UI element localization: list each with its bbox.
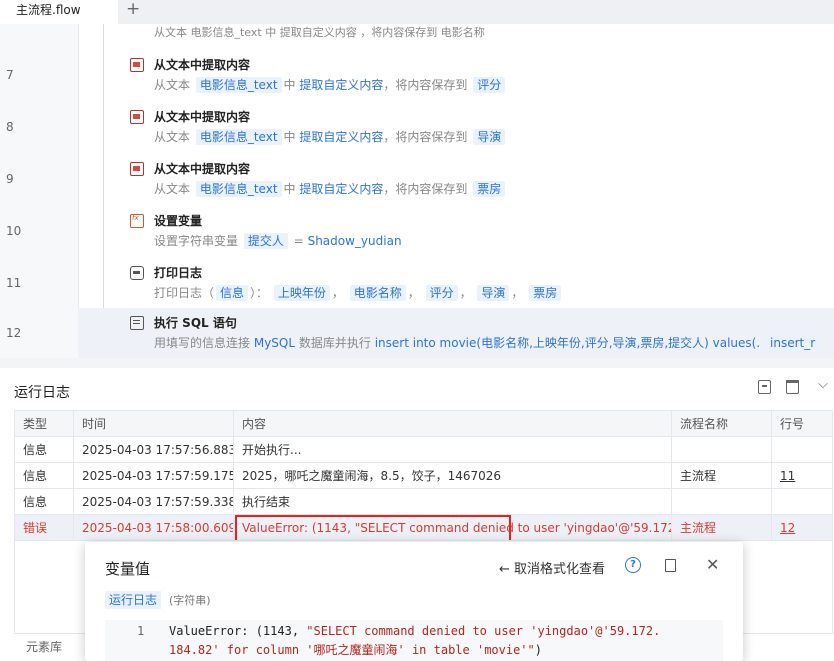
step-title: 设置变量 xyxy=(154,214,203,228)
database-type: MySQL xyxy=(253,336,296,350)
option-link[interactable]: 提取自定义内容 xyxy=(299,78,383,92)
step-description: 设置字符串变量 提交人 = Shadow_yudian xyxy=(154,233,402,249)
flow-editor: 从文本 电影信息_text 中 提取自定义内容 ，将内容保存到 电影名称 7 从… xyxy=(0,24,834,358)
flow-step[interactable]: 7 从文本中提取内容 从文本 电影信息_text 中 提取自定义内容，将内容保存到… xyxy=(6,50,834,102)
help-icon[interactable]: ? xyxy=(625,557,641,573)
table-header-row: 类型 时间 内容 流程名称 行号 xyxy=(14,410,833,437)
close-icon[interactable]: ✕ xyxy=(706,555,719,574)
line-number: 11 xyxy=(6,276,22,290)
set-variable-icon xyxy=(130,214,144,228)
extract-text-icon xyxy=(130,162,144,176)
flow-step[interactable]: 9 从文本中提取内容 从文本 电影信息_text 中 提取自定义内容，将内容保存到… xyxy=(6,154,834,206)
code-text: ValueError: (1143, "SELECT command denie… xyxy=(169,624,661,657)
extract-text-icon xyxy=(130,58,144,72)
line-number: 10 xyxy=(6,224,22,238)
step-title: 从文本中提取内容 xyxy=(154,162,251,176)
column-header: 流程名称 xyxy=(671,410,772,437)
tab-bar: 主流程.flow + xyxy=(0,0,834,24)
variable-chip[interactable]: 导演 xyxy=(477,285,510,301)
column-header: 行号 xyxy=(771,410,833,437)
error-content-cell[interactable]: ValueError: (1143, "SELECT command denie… xyxy=(233,514,672,541)
variable-chip[interactable]: 电影信息_text xyxy=(195,129,282,145)
variable-chip[interactable]: 票房 xyxy=(473,181,506,197)
step-description: 用填写的信息连接 MySQL 数据库并执行 insert into movie(… xyxy=(154,334,821,351)
line-number: 8 xyxy=(6,120,14,134)
line-number: 7 xyxy=(6,68,14,82)
sql-statement: insert into movie(电影名称,上映年份,评分,导演,票房,提交人… xyxy=(374,336,761,350)
variable-chip: 运行日志 xyxy=(105,591,162,609)
tab-main-flow[interactable]: 主流程.flow xyxy=(0,0,118,24)
add-tab-icon[interactable]: + xyxy=(126,0,140,18)
element-library-tab[interactable]: 元素库 xyxy=(26,638,62,655)
variable-value: Shadow_yudian xyxy=(307,234,402,248)
line-number-link[interactable]: 12 xyxy=(780,521,795,535)
table-row-error[interactable]: 错误 2025-04-03 17:58:00.609 ValueError: (… xyxy=(14,514,833,541)
cancel-format-button[interactable]: ← 取消格式化查看 xyxy=(499,558,605,577)
column-header: 类型 xyxy=(14,410,74,437)
flow-step[interactable]: 10 设置变量 设置字符串变量 提交人 = Shadow_yudian xyxy=(6,206,834,258)
highlight-box xyxy=(235,515,511,540)
chevron-down-icon[interactable]: ⌵ xyxy=(818,377,831,392)
code-view[interactable]: 1 ValueError: (1143, "SELECT command den… xyxy=(105,620,723,661)
variable-chip[interactable]: 评分 xyxy=(473,77,506,93)
export-icon[interactable] xyxy=(758,380,771,394)
printer-icon xyxy=(130,266,144,280)
variable-value-popup: 变量值 ← 取消格式化查看 ? ✕ 运行日志 (字符串) 1 ValueErro… xyxy=(85,542,743,661)
popup-title: 变量值 xyxy=(105,560,151,578)
step-description: 从文本 电影信息_text 中 提取自定义内容，将内容保存到 导演 xyxy=(154,128,507,145)
table-row[interactable]: 信息 2025-04-03 17:57:56.883 开始执行... xyxy=(14,436,833,463)
variable-chip[interactable]: 评分 xyxy=(425,285,458,301)
sql-query-icon xyxy=(130,316,144,330)
variable-chip[interactable]: 导演 xyxy=(473,129,506,145)
step-title: 从文本中提取内容 xyxy=(154,110,251,124)
variable-chip[interactable]: 票房 xyxy=(529,285,562,301)
log-level-chip[interactable]: 信息 xyxy=(216,285,249,301)
table-row[interactable]: 信息 2025-04-03 17:57:59.175 2025，哪吒之魔童闹海，… xyxy=(14,462,833,489)
step-title: 执行 SQL 语句 xyxy=(154,316,237,330)
flow-step[interactable]: 从文本 电影信息_text 中 提取自定义内容 ，将内容保存到 电影名称 xyxy=(78,24,834,52)
option-link[interactable]: 提取自定义内容 xyxy=(299,130,383,144)
step-title: 打印日志 xyxy=(154,266,203,280)
line-number-link[interactable]: 11 xyxy=(780,469,795,483)
variable-chip[interactable]: 提交人 xyxy=(243,233,288,249)
trash-icon[interactable] xyxy=(786,380,799,394)
extract-text-icon xyxy=(130,110,144,124)
variable-chip[interactable]: 上映年份 xyxy=(273,285,330,301)
step-title: 从文本中提取内容 xyxy=(154,58,251,72)
flow-step-selected[interactable]: 12 执行 SQL 语句 用填写的信息连接 MySQL 数据库并执行 inser… xyxy=(6,308,834,358)
table-row[interactable]: 信息 2025-04-03 17:57:59.338 执行结束 xyxy=(14,488,833,515)
line-number: 12 xyxy=(6,326,22,340)
step-description: 从文本 电影信息_text 中 提取自定义内容，将内容保存到 评分 xyxy=(154,76,507,93)
variable-chip[interactable]: 电影名称 xyxy=(349,285,406,301)
variable-type: (字符串) xyxy=(169,594,211,607)
step-description: 从文本 电影信息_text 中 提取自定义内容，将内容保存到 票房 xyxy=(154,180,507,197)
column-header: 内容 xyxy=(233,410,672,437)
variable-chip[interactable]: 电影信息_text xyxy=(195,181,282,197)
copy-icon[interactable] xyxy=(665,559,676,572)
flow-step[interactable]: 8 从文本中提取内容 从文本 电影信息_text 中 提取自定义内容，将内容保存到… xyxy=(6,102,834,154)
step-description: 从文本 电影信息_text 中 提取自定义内容 ，将内容保存到 电影名称 xyxy=(154,26,485,39)
column-header: 时间 xyxy=(73,410,234,437)
flow-step[interactable]: 11 打印日志 打印日志（ 信息）： 上映年份， 电影名称， 评分， 导演， 票房 xyxy=(6,258,834,310)
line-number: 9 xyxy=(6,172,14,186)
option-link[interactable]: 提取自定义内容 xyxy=(299,182,383,196)
variable-chip[interactable]: insert_r xyxy=(766,335,820,351)
code-line-number: 1 xyxy=(137,624,145,638)
panel-title: 运行日志 xyxy=(14,385,70,401)
step-description: 打印日志（ 信息）： 上映年份， 电影名称， 评分， 导演， 票房 xyxy=(154,284,563,301)
variable-chip[interactable]: 电影信息_text xyxy=(195,77,282,93)
